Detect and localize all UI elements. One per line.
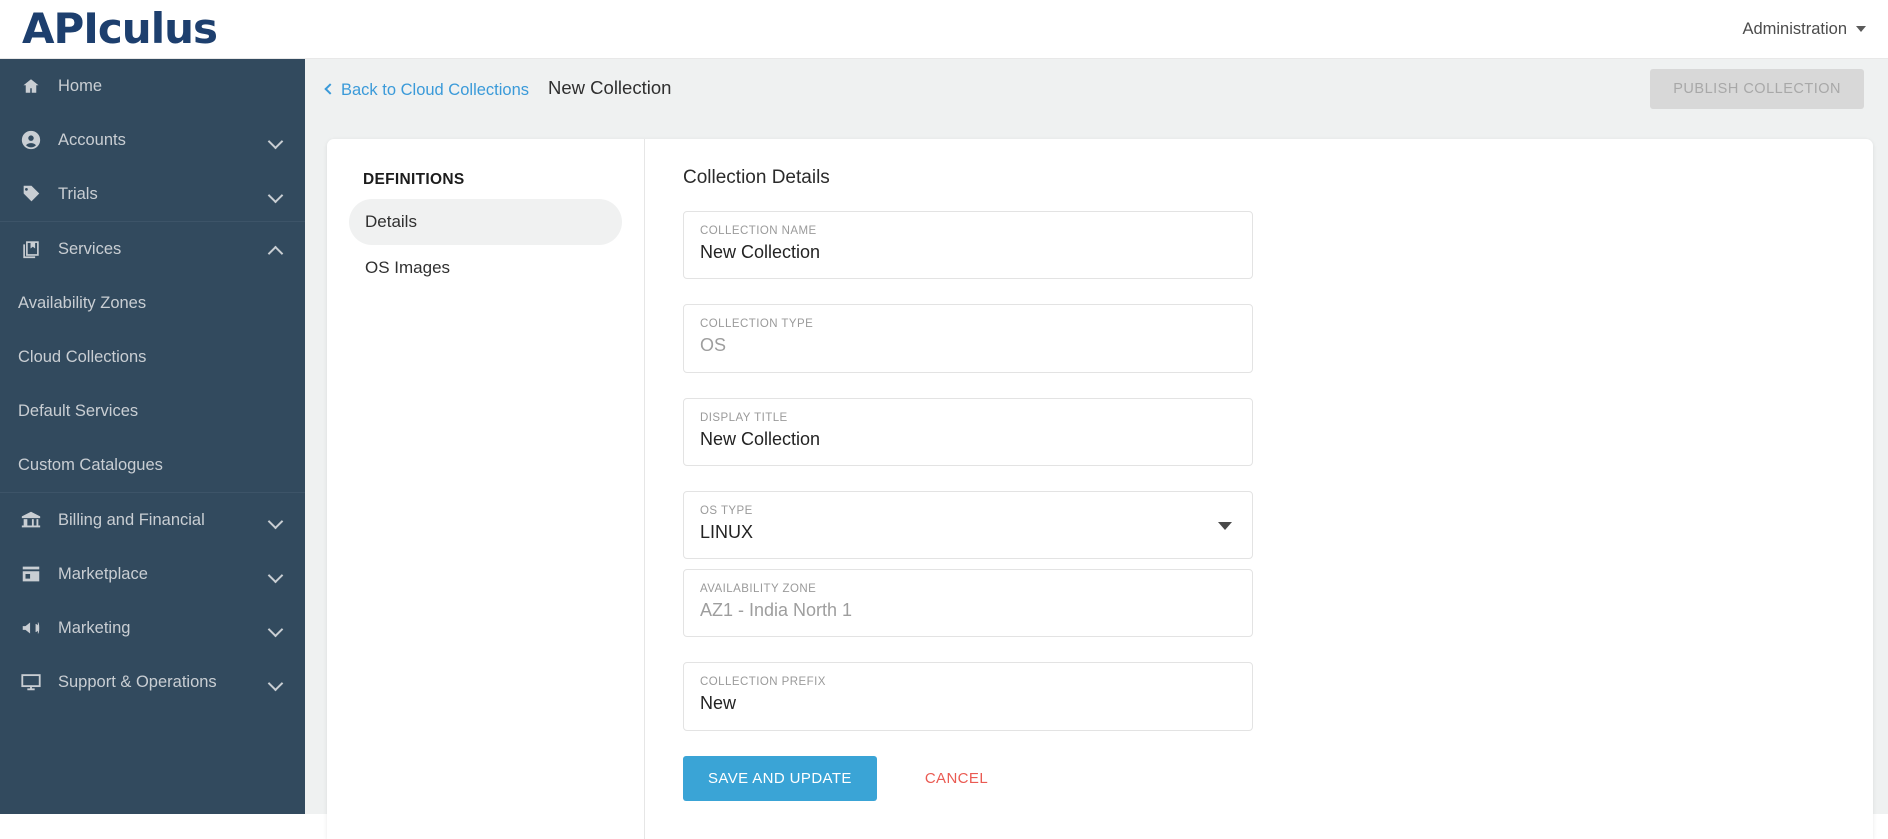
sidebar-item-billing-and-financial[interactable]: Billing and Financial	[0, 493, 305, 547]
availability-zone-field: AVAILABILITY ZONE AZ1 - India North 1	[683, 569, 1253, 637]
brand-logo: APIculus	[22, 8, 217, 50]
sidebar-item-cloud-collections-label: Cloud Collections	[18, 348, 146, 367]
page-header: Back to Cloud Collections New Collection…	[305, 59, 1888, 118]
publish-collection-button[interactable]: PUBLISH COLLECTION	[1650, 69, 1864, 109]
services-stack-icon	[18, 238, 44, 260]
collection-name-label: COLLECTION NAME	[700, 225, 1236, 237]
sidebar-item-services-label: Services	[58, 240, 269, 259]
os-type-field[interactable]: OS TYPE LINUX	[683, 491, 1253, 559]
definitions-pane: DEFINITIONS Details OS Images	[327, 139, 645, 839]
collection-prefix-label: COLLECTION PREFIX	[700, 676, 1236, 688]
sidebar-item-availability-zones-label: Availability Zones	[18, 294, 146, 313]
sidebar-item-cloud-collections[interactable]: Cloud Collections	[0, 330, 305, 384]
availability-zone-label: AVAILABILITY ZONE	[700, 583, 1236, 595]
display-title-input[interactable]: New Collection	[700, 427, 1236, 451]
sidebar-item-home[interactable]: Home	[0, 59, 305, 113]
main-content: Back to Cloud Collections New Collection…	[305, 59, 1888, 814]
os-type-label: OS TYPE	[700, 505, 1236, 517]
chevron-left-icon	[324, 84, 335, 95]
breadcrumb: Back to Cloud Collections New Collection	[326, 77, 671, 100]
administration-menu-label: Administration	[1742, 20, 1847, 39]
definitions-item-details-label: Details	[365, 212, 417, 232]
form-actions: SAVE AND UPDATE CANCEL	[683, 756, 1873, 801]
back-link-label: Back to Cloud Collections	[341, 81, 529, 100]
sidebar-item-default-services[interactable]: Default Services	[0, 384, 305, 438]
account-circle-icon	[18, 129, 44, 151]
chevron-down-icon[interactable]	[1218, 522, 1232, 530]
sidebar-item-default-services-label: Default Services	[18, 402, 138, 421]
sidebar-item-marketplace[interactable]: Marketplace	[0, 547, 305, 601]
monitor-icon	[18, 671, 44, 693]
sidebar-item-marketing[interactable]: Marketing	[0, 601, 305, 655]
chevron-down-icon	[269, 187, 283, 201]
collection-type-field: COLLECTION TYPE OS	[683, 304, 1253, 372]
bank-icon	[18, 509, 44, 531]
collection-details-form: Collection Details COLLECTION NAME New C…	[645, 139, 1873, 839]
megaphone-icon	[18, 617, 44, 639]
definitions-heading: DEFINITIONS	[363, 171, 622, 189]
sidebar-item-trials-label: Trials	[58, 185, 269, 204]
tag-icon	[18, 183, 44, 205]
display-title-field[interactable]: DISPLAY TITLE New Collection	[683, 398, 1253, 466]
definitions-item-details[interactable]: Details	[349, 199, 622, 245]
definitions-item-os-images[interactable]: OS Images	[349, 245, 622, 291]
chevron-down-icon	[269, 513, 283, 527]
collection-type-value: OS	[700, 333, 1236, 357]
save-and-update-button[interactable]: SAVE AND UPDATE	[683, 756, 877, 801]
sidebar-item-home-label: Home	[58, 77, 283, 96]
chevron-down-icon	[269, 675, 283, 689]
availability-zone-value: AZ1 - India North 1	[700, 598, 1236, 622]
chevron-down-icon	[269, 133, 283, 147]
chevron-down-icon	[1856, 26, 1866, 32]
back-to-cloud-collections-link[interactable]: Back to Cloud Collections	[326, 81, 529, 100]
sidebar-item-support-and-operations-label: Support & Operations	[58, 673, 269, 692]
collection-editor-card: DEFINITIONS Details OS Images Collection…	[327, 139, 1873, 839]
collection-prefix-field[interactable]: COLLECTION PREFIX New	[683, 662, 1253, 730]
definitions-item-os-images-label: OS Images	[365, 258, 450, 278]
sidebar-item-accounts[interactable]: Accounts	[0, 113, 305, 167]
display-title-label: DISPLAY TITLE	[700, 412, 1236, 424]
collection-type-label: COLLECTION TYPE	[700, 318, 1236, 330]
form-title: Collection Details	[683, 167, 1873, 189]
administration-menu[interactable]: Administration	[1742, 20, 1866, 39]
sidebar-item-custom-catalogues[interactable]: Custom Catalogues	[0, 438, 305, 492]
sidebar: Home Accounts Trials Services Availabili…	[0, 59, 305, 814]
brand-logo-text: APIculus	[22, 4, 217, 53]
sidebar-item-trials[interactable]: Trials	[0, 167, 305, 221]
sidebar-item-availability-zones[interactable]: Availability Zones	[0, 276, 305, 330]
page-title: New Collection	[548, 77, 671, 99]
chevron-up-icon	[269, 242, 283, 256]
sidebar-item-marketplace-label: Marketplace	[58, 565, 269, 584]
sidebar-item-custom-catalogues-label: Custom Catalogues	[18, 456, 163, 475]
cancel-button[interactable]: CANCEL	[919, 769, 994, 788]
sidebar-item-accounts-label: Accounts	[58, 131, 269, 150]
sidebar-item-billing-and-financial-label: Billing and Financial	[58, 511, 269, 530]
collection-name-input[interactable]: New Collection	[700, 240, 1236, 264]
home-icon	[18, 75, 44, 97]
collection-prefix-input[interactable]: New	[700, 691, 1236, 715]
os-type-select-value[interactable]: LINUX	[700, 520, 1236, 544]
sidebar-item-support-and-operations[interactable]: Support & Operations	[0, 655, 305, 709]
chevron-down-icon	[269, 567, 283, 581]
store-icon	[18, 563, 44, 585]
sidebar-item-services[interactable]: Services	[0, 222, 305, 276]
top-bar: APIculus Administration	[0, 0, 1888, 59]
chevron-down-icon	[269, 621, 283, 635]
sidebar-item-marketing-label: Marketing	[58, 619, 269, 638]
collection-name-field[interactable]: COLLECTION NAME New Collection	[683, 211, 1253, 279]
